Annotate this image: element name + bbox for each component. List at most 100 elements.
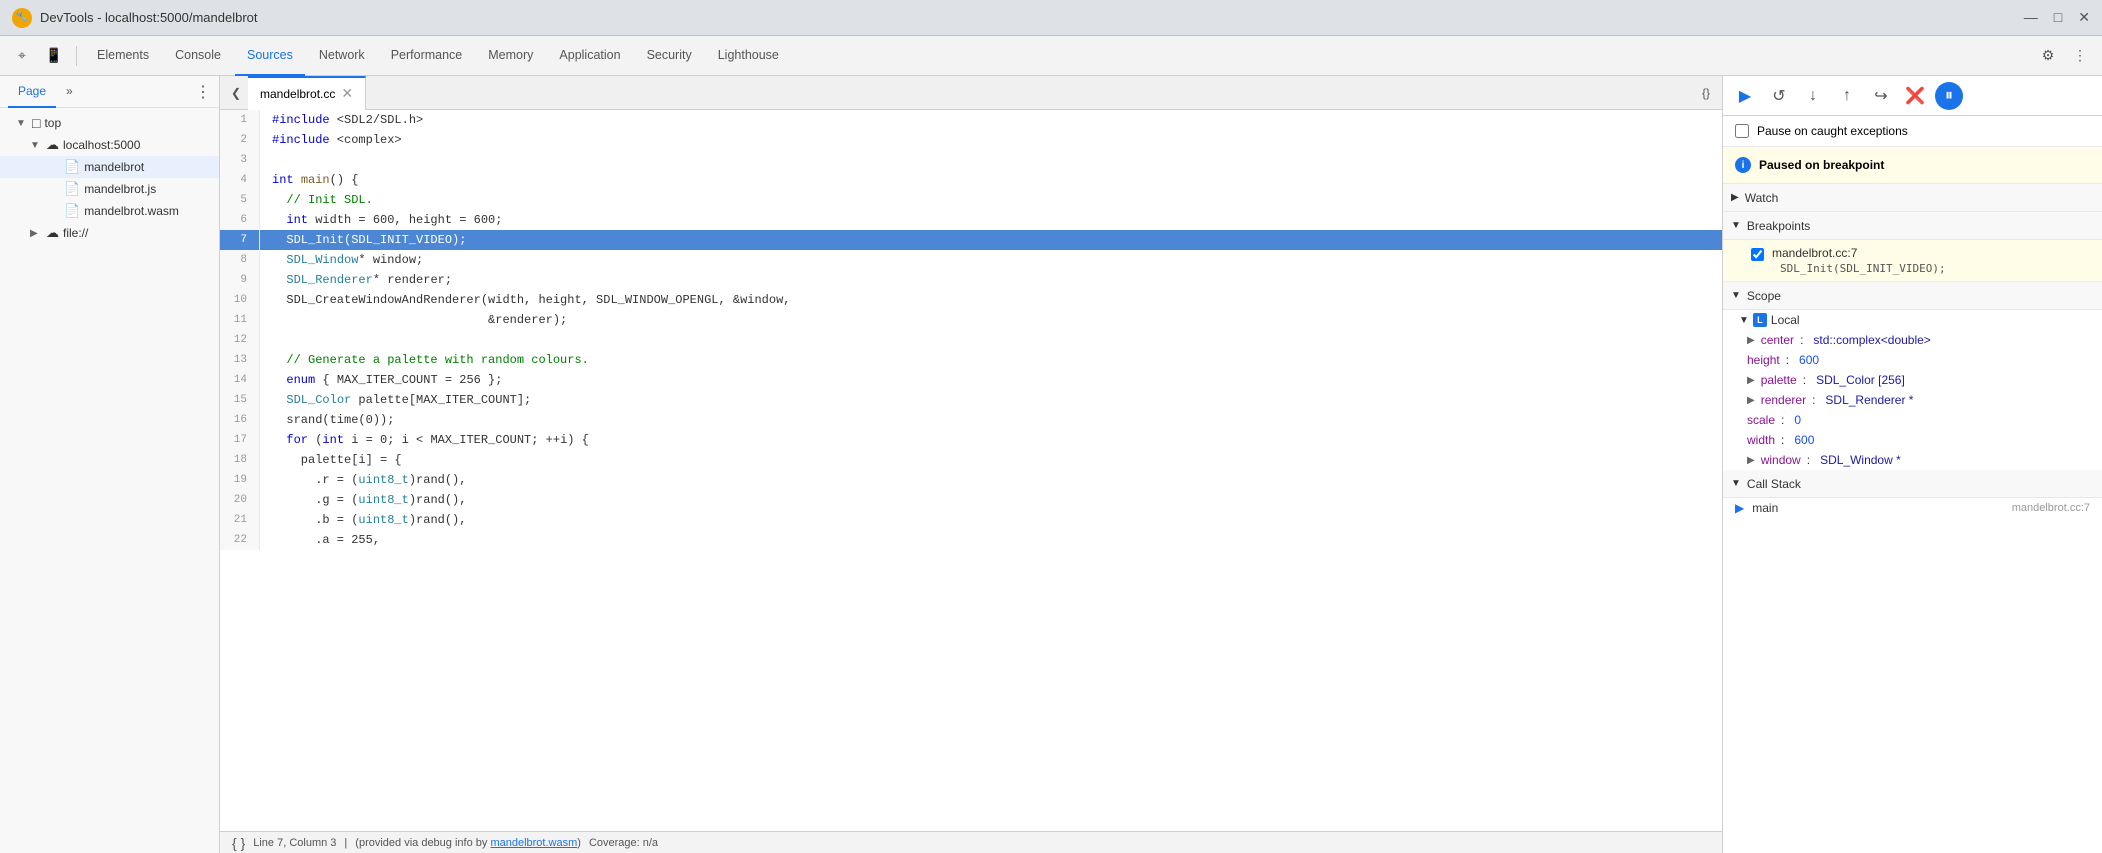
- pretty-print-button[interactable]: {}: [1694, 81, 1718, 105]
- tab-performance[interactable]: Performance: [379, 36, 475, 76]
- breakpoint-checkbox-1[interactable]: [1751, 248, 1764, 261]
- callstack-loc-main: mandelbrot.cc:7: [2012, 502, 2090, 514]
- stack-pointer-icon: ▶: [1735, 501, 1744, 515]
- close-button[interactable]: ✕: [2078, 9, 2090, 26]
- code-line-16: 16 srand(time(0));: [220, 410, 1722, 430]
- code-line-19: 19 .r = (uint8_t)rand(),: [220, 470, 1722, 490]
- step-out-button[interactable]: ↑: [1833, 82, 1861, 110]
- scope-label: Scope: [1747, 289, 1781, 303]
- code-line-13: 13 // Generate a palette with random col…: [220, 350, 1722, 370]
- scope-item-height: height : 600: [1723, 350, 2102, 370]
- tree-item-mandelbrot-js[interactable]: 📄 mandelbrot.js: [0, 178, 219, 200]
- tab-console[interactable]: Console: [163, 36, 233, 76]
- prop-name-width: width: [1747, 433, 1775, 447]
- step-over-button[interactable]: ↺: [1765, 82, 1793, 110]
- main-toolbar: ⌖ 📱 Elements Console Sources Network Per…: [0, 36, 2102, 76]
- scope-section-header[interactable]: ▼ Scope: [1723, 282, 2102, 310]
- prop-sep-palette: :: [1803, 373, 1806, 387]
- file-icon-mandelbrot: 📄: [64, 159, 80, 175]
- tree-item-top[interactable]: ▼ □ top: [0, 112, 219, 134]
- tree-item-mandelbrot-wasm[interactable]: 📄 mandelbrot.wasm: [0, 200, 219, 222]
- scope-item-renderer[interactable]: ▶ renderer : SDL_Renderer *: [1723, 390, 2102, 410]
- scope-item-scale: scale : 0: [1723, 410, 2102, 430]
- code-line-12: 12: [220, 330, 1722, 350]
- prop-val-palette: SDL_Color [256]: [1816, 373, 1905, 387]
- prop-name-window: window: [1761, 453, 1801, 467]
- scope-item-palette[interactable]: ▶ palette : SDL_Color [256]: [1723, 370, 2102, 390]
- format-button[interactable]: { }: [232, 835, 245, 851]
- filetree-more-button[interactable]: ⋮: [195, 82, 211, 102]
- tree-label-js: mandelbrot.js: [84, 182, 156, 196]
- editor-nav-back[interactable]: ❮: [224, 81, 248, 105]
- cloud-icon-file: ☁: [46, 225, 59, 241]
- maximize-button[interactable]: □: [2054, 9, 2062, 26]
- prop-val-scale: 0: [1794, 413, 1801, 427]
- tab-lighthouse[interactable]: Lighthouse: [706, 36, 791, 76]
- prop-sep-height: :: [1786, 353, 1789, 367]
- scope-item-window[interactable]: ▶ window : SDL_Window *: [1723, 450, 2102, 470]
- info-icon: i: [1735, 157, 1751, 173]
- code-line-10: 10 SDL_CreateWindowAndRenderer(width, he…: [220, 290, 1722, 310]
- step-button[interactable]: ↪: [1867, 82, 1895, 110]
- prop-val-window: SDL_Window *: [1820, 453, 1901, 467]
- tab-elements[interactable]: Elements: [85, 36, 161, 76]
- local-scope-header[interactable]: ▼ L Local: [1723, 310, 2102, 330]
- filetree-tabs: Page »: [8, 76, 83, 108]
- prop-sep-scale: :: [1781, 413, 1784, 427]
- code-editor[interactable]: 1 #include <SDL2/SDL.h> 2 #include <comp…: [220, 110, 1722, 831]
- breakpoint-item-1: mandelbrot.cc:7 SDL_Init(SDL_INIT_VIDEO)…: [1723, 240, 2102, 282]
- tree-label-localhost: localhost:5000: [63, 138, 140, 152]
- editor-tab-label: mandelbrot.cc: [260, 87, 335, 101]
- editor-tab-close[interactable]: ✕: [341, 85, 353, 102]
- titlebar: 🔧 DevTools - localhost:5000/mandelbrot —…: [0, 0, 2102, 36]
- filetree-tab-page[interactable]: Page: [8, 76, 56, 108]
- tree-label-mandelbrot: mandelbrot: [84, 160, 144, 174]
- more-button[interactable]: ⋮: [2066, 42, 2094, 70]
- callstack-item-main[interactable]: ▶ main mandelbrot.cc:7: [1723, 498, 2102, 518]
- tree-item-localhost[interactable]: ▼ ☁ localhost:5000: [0, 134, 219, 156]
- wasm-link[interactable]: mandelbrot.wasm: [490, 837, 577, 849]
- resume-button[interactable]: ▶: [1731, 82, 1759, 110]
- code-line-8: 8 SDL_Window* window;: [220, 250, 1722, 270]
- code-line-3: 3: [220, 150, 1722, 170]
- tab-network[interactable]: Network: [307, 36, 377, 76]
- minimize-button[interactable]: —: [2024, 9, 2038, 26]
- tab-application[interactable]: Application: [547, 36, 632, 76]
- cloud-icon: ☁: [46, 137, 59, 153]
- debug-toolbar: ▶ ↺ ↓ ↑ ↪ ❌ ⏸: [1723, 76, 2102, 116]
- tree-item-mandelbrot[interactable]: 📄 mandelbrot: [0, 156, 219, 178]
- pause-on-exception-toggle[interactable]: ⏸: [1935, 82, 1963, 110]
- prop-name-palette: palette: [1761, 373, 1797, 387]
- tree-item-file[interactable]: ▶ ☁ file://: [0, 222, 219, 244]
- scope-item-center[interactable]: ▶ center : std::complex<double>: [1723, 330, 2102, 350]
- tree-label-file: file://: [63, 226, 88, 240]
- filetree-tab-more[interactable]: »: [56, 76, 83, 108]
- device-toolbar-button[interactable]: 📱: [40, 42, 68, 70]
- deactivate-breakpoints-button[interactable]: ❌: [1901, 82, 1929, 110]
- tab-memory[interactable]: Memory: [476, 36, 545, 76]
- editor-tab-mandelbrot[interactable]: mandelbrot.cc ✕: [248, 76, 366, 110]
- settings-button[interactable]: ⚙: [2034, 42, 2062, 70]
- breakpoints-label: Breakpoints: [1747, 219, 1810, 233]
- pause-on-exceptions-label: Pause on caught exceptions: [1757, 124, 1908, 138]
- callstack-section-header[interactable]: ▼ Call Stack: [1723, 470, 2102, 498]
- inspect-element-button[interactable]: ⌖: [8, 42, 36, 70]
- prop-name-height: height: [1747, 353, 1780, 367]
- filetree-body: ▼ □ top ▼ ☁ localhost:5000 📄 mandelbrot: [0, 108, 219, 853]
- watch-section-header[interactable]: ▶ Watch: [1723, 184, 2102, 212]
- window-title: DevTools - localhost:5000/mandelbrot: [40, 10, 2016, 25]
- prop-name-renderer: renderer: [1761, 393, 1806, 407]
- breakpoints-section-header[interactable]: ▼ Breakpoints: [1723, 212, 2102, 240]
- tab-sources[interactable]: Sources: [235, 36, 305, 76]
- window-controls: — □ ✕: [2024, 9, 2090, 26]
- cursor-position: Line 7, Column 3: [253, 837, 336, 849]
- pause-on-exceptions-checkbox[interactable]: [1735, 124, 1749, 138]
- code-line-15: 15 SDL_Color palette[MAX_ITER_COUNT];: [220, 390, 1722, 410]
- code-line-9: 9 SDL_Renderer* renderer;: [220, 270, 1722, 290]
- tab-security[interactable]: Security: [635, 36, 704, 76]
- breakpoint-file: mandelbrot.cc:7: [1772, 246, 1946, 260]
- watch-arrow: ▶: [1731, 192, 1739, 203]
- prop-sep-renderer: :: [1812, 393, 1815, 407]
- toolbar-right: ⚙ ⋮: [2034, 42, 2094, 70]
- step-into-button[interactable]: ↓: [1799, 82, 1827, 110]
